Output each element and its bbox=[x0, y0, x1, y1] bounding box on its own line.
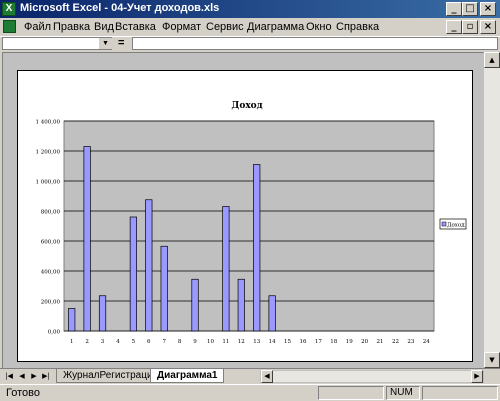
menu-insert[interactable]: Вставка bbox=[115, 21, 156, 33]
bar bbox=[83, 146, 91, 332]
y-tick-label: 1 200,00 bbox=[36, 150, 61, 156]
x-tick-label: 9 bbox=[193, 339, 197, 345]
x-tick-label: 4 bbox=[116, 339, 120, 345]
scroll-right-icon[interactable]: ▶ bbox=[471, 370, 483, 383]
status-pane-1 bbox=[318, 386, 384, 400]
prev-sheet-icon[interactable]: ◀ bbox=[16, 370, 28, 382]
x-tick-label: 23 bbox=[407, 339, 414, 345]
doc-restore-button[interactable]: ▫ bbox=[462, 20, 478, 34]
chart-area[interactable]: Доход 0,00 200,00 400,00 600,00 800,00 1 000,0… bbox=[17, 70, 473, 362]
y-tick-label: 200,00 bbox=[41, 300, 61, 306]
scroll-down-icon[interactable]: ▼ bbox=[484, 352, 500, 368]
y-tick-label: 1 000,00 bbox=[36, 180, 61, 186]
chart-title: Доход bbox=[231, 101, 262, 111]
x-tick-label: 10 bbox=[207, 339, 214, 345]
vertical-scrollbar[interactable]: ▲ ▼ bbox=[484, 52, 500, 368]
excel-icon[interactable]: X bbox=[2, 2, 16, 16]
sheet-tab-chart1[interactable]: Диаграмма1 bbox=[150, 369, 225, 383]
formula-input[interactable] bbox=[132, 37, 498, 50]
menu-tools[interactable]: Сервис bbox=[206, 21, 244, 33]
y-tick-label: 400,00 bbox=[41, 270, 61, 276]
chevron-down-icon[interactable]: ▼ bbox=[99, 38, 112, 49]
x-tick-label: 11 bbox=[222, 339, 229, 345]
scroll-up-icon[interactable]: ▲ bbox=[484, 52, 500, 68]
menu-bar: Файл Правка Вид Вставка Формат Сервис Ди… bbox=[0, 18, 500, 36]
bar bbox=[222, 206, 230, 332]
doc-close-button[interactable]: × bbox=[480, 20, 496, 34]
sheet-tab-journal[interactable]: ЖурналРегистраций bbox=[56, 369, 166, 383]
scroll-left-icon[interactable]: ◀ bbox=[261, 370, 273, 383]
document-icon[interactable] bbox=[3, 20, 16, 33]
status-pane-3 bbox=[422, 386, 498, 400]
horizontal-scrollbar[interactable]: ◀ ▶ bbox=[260, 370, 484, 383]
x-tick-label: 5 bbox=[132, 339, 136, 345]
x-tick-label: 1 bbox=[70, 339, 74, 345]
x-tick-label: 6 bbox=[147, 339, 151, 345]
menu-help[interactable]: Справка bbox=[336, 21, 379, 33]
x-tick-label: 8 bbox=[178, 339, 182, 345]
legend-label: Доход bbox=[447, 223, 465, 229]
bar bbox=[98, 295, 107, 332]
bar bbox=[253, 164, 261, 332]
x-tick-label: 2 bbox=[85, 339, 89, 345]
x-tick-label: 19 bbox=[346, 339, 353, 345]
x-tick-label: 3 bbox=[101, 339, 105, 345]
minimize-button[interactable]: _ bbox=[446, 2, 462, 16]
bar bbox=[268, 295, 276, 332]
bar bbox=[129, 216, 137, 332]
x-tick-label: 15 bbox=[284, 339, 291, 345]
name-box[interactable]: ▼ bbox=[2, 37, 112, 50]
x-tick-label: 17 bbox=[315, 339, 322, 345]
chart-svg: Доход 0,00 200,00 400,00 600,00 800,00 1 000,0… bbox=[36, 101, 467, 345]
status-ready: Готово bbox=[6, 387, 40, 399]
chart-workspace: Доход 0,00 200,00 400,00 600,00 800,00 1 000,0… bbox=[2, 52, 484, 368]
x-tick-label: 13 bbox=[253, 339, 260, 345]
y-tick-label: 600,00 bbox=[41, 240, 61, 246]
status-num: NUM bbox=[386, 386, 420, 400]
bar bbox=[237, 278, 245, 332]
x-tick-label: 20 bbox=[361, 339, 368, 345]
status-bar: Готово NUM bbox=[0, 384, 500, 401]
x-tick-label: 7 bbox=[162, 339, 166, 345]
legend-swatch bbox=[441, 221, 447, 227]
title-bar: X Microsoft Excel - 04-Учет доходов.xls … bbox=[0, 0, 500, 18]
bar bbox=[160, 245, 168, 332]
x-tick-label: 22 bbox=[392, 339, 399, 345]
menu-file[interactable]: Файл bbox=[24, 21, 51, 33]
equals-sign[interactable]: = bbox=[118, 37, 124, 49]
y-tick-label: 0,00 bbox=[48, 330, 61, 336]
menu-edit[interactable]: Правка bbox=[53, 21, 90, 33]
x-tick-label: 18 bbox=[330, 339, 337, 345]
menu-view[interactable]: Вид bbox=[94, 21, 114, 33]
menu-format[interactable]: Формат bbox=[162, 21, 201, 33]
formula-toolbar: ▼ = bbox=[0, 36, 500, 50]
menu-window[interactable]: Окно bbox=[306, 21, 332, 33]
first-sheet-icon[interactable]: |◀ bbox=[3, 370, 15, 382]
doc-minimize-button[interactable]: _ bbox=[446, 20, 462, 34]
plot-area bbox=[63, 120, 435, 332]
close-button[interactable]: × bbox=[480, 2, 496, 16]
x-tick-label: 16 bbox=[299, 339, 306, 345]
maximize-button[interactable]: □ bbox=[462, 2, 478, 16]
last-sheet-icon[interactable]: ▶| bbox=[40, 370, 52, 382]
sheet-tab-bar: |◀ ◀ ▶ ▶| ЖурналРегистраций Диаграмма1 ◀… bbox=[0, 368, 500, 383]
x-tick-label: 21 bbox=[377, 339, 384, 345]
y-tick-label: 1 400,00 bbox=[36, 120, 61, 126]
y-tick-label: 800,00 bbox=[41, 210, 61, 216]
x-tick-label: 14 bbox=[269, 339, 276, 345]
x-tick-label: 12 bbox=[238, 339, 245, 345]
x-tick-label: 24 bbox=[423, 339, 430, 345]
next-sheet-icon[interactable]: ▶ bbox=[28, 370, 40, 382]
bar bbox=[68, 308, 76, 332]
bar bbox=[145, 199, 153, 332]
bar bbox=[191, 278, 199, 332]
menu-chart[interactable]: Диаграмма bbox=[247, 21, 304, 33]
window-title: Microsoft Excel - 04-Учет доходов.xls bbox=[20, 2, 220, 14]
